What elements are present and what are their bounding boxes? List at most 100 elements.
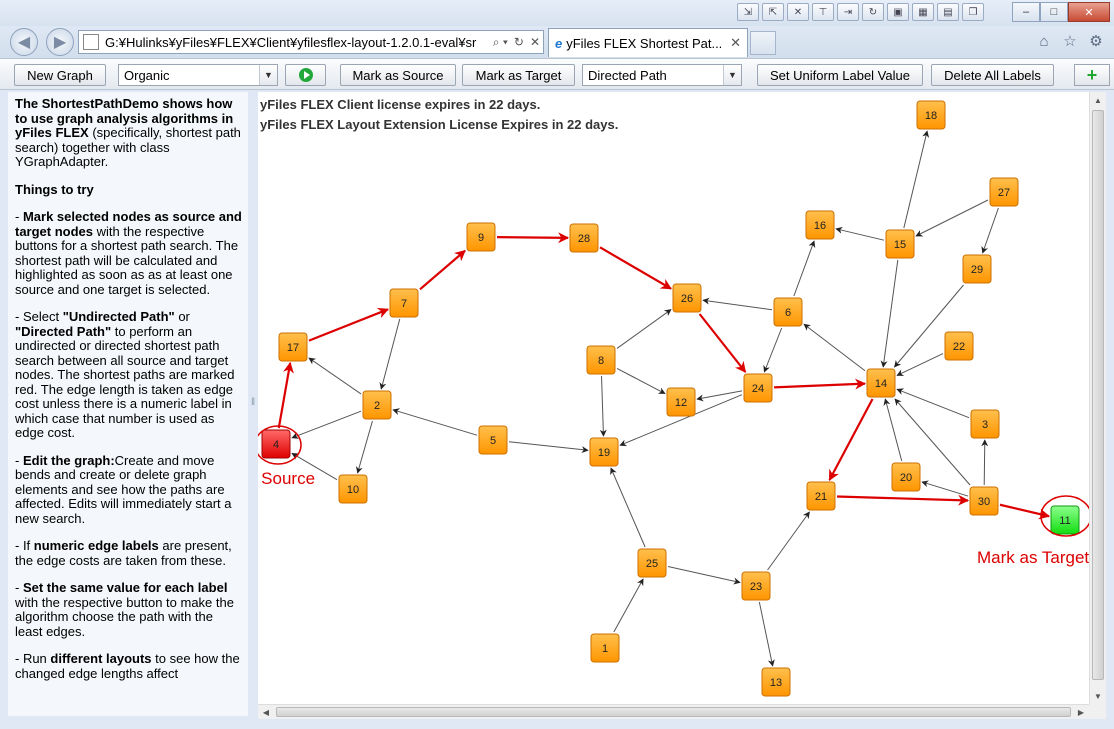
tools-icon[interactable]: ✕ <box>787 3 809 21</box>
panel-splitter[interactable]: ‖ <box>249 92 257 716</box>
graph-edge[interactable] <box>903 130 930 229</box>
window-icon[interactable]: ▣ <box>887 3 909 21</box>
graph-view[interactable]: 1234 567891011121314151617181920212223242… <box>258 92 1089 704</box>
path-edge[interactable] <box>828 398 874 481</box>
graph-node[interactable]: 20 <box>891 462 921 492</box>
graph-edge[interactable] <box>355 420 373 474</box>
graph-node[interactable]: 30 <box>969 486 999 516</box>
graph-node[interactable]: 15 <box>885 229 915 259</box>
layout-select[interactable]: Organic ▼ <box>118 64 278 86</box>
path-edge[interactable] <box>277 361 294 429</box>
graph-node[interactable]: 25 <box>637 548 667 578</box>
graph-node[interactable]: 29 <box>962 254 992 284</box>
graph-node[interactable]: 14 <box>866 368 896 398</box>
address-bar[interactable]: G:¥Hulinks¥yFiles¥FLEX¥Client¥yfilesflex… <box>78 30 544 54</box>
vertical-scrollbar[interactable]: ▲ ▼ <box>1089 92 1106 704</box>
graph-edge[interactable] <box>921 480 969 497</box>
refresh-icon[interactable]: ↻ <box>862 3 884 21</box>
graph-edge[interactable] <box>702 297 773 311</box>
graph-node[interactable]: 10 <box>338 474 368 504</box>
browser-tab[interactable]: e yFiles FLEX Shortest Pat... ✕ <box>548 28 748 57</box>
graph-edge[interactable] <box>880 259 899 368</box>
graph-edge[interactable] <box>767 511 810 571</box>
delete-all-labels-button[interactable]: Delete All Labels <box>931 64 1054 86</box>
graph-edge[interactable] <box>392 408 478 436</box>
graph-edge[interactable] <box>758 601 775 667</box>
settings-icon[interactable]: ⚙ <box>1086 31 1106 51</box>
horizontal-scroll-thumb[interactable] <box>276 707 1071 717</box>
graph-edge[interactable] <box>667 566 741 585</box>
graph-node[interactable]: 6 <box>773 297 803 327</box>
graph-edge[interactable] <box>981 439 989 486</box>
graph-node[interactable]: 2 <box>362 390 392 420</box>
home-icon[interactable]: ⌂ <box>1034 31 1054 51</box>
graph-node[interactable]: 3 <box>970 409 1000 439</box>
graph-node[interactable]: 5 <box>478 425 508 455</box>
path-edge[interactable] <box>308 307 390 342</box>
source-node[interactable]: 4 <box>261 429 291 459</box>
graph-edge[interactable] <box>896 353 944 376</box>
graph-node[interactable]: 1 <box>590 633 620 663</box>
back-icon[interactable]: ◀ <box>10 28 38 56</box>
graph-node[interactable]: 28 <box>569 223 599 253</box>
graph-edge[interactable] <box>379 318 401 390</box>
window2-icon[interactable]: ▤ <box>937 3 959 21</box>
path-edge[interactable] <box>836 494 970 506</box>
forward-icon[interactable]: ⇥ <box>837 3 859 21</box>
graph-node[interactable]: 22 <box>944 331 974 361</box>
vertical-scroll-thumb[interactable] <box>1092 110 1104 680</box>
graph-node[interactable]: 17 <box>278 332 308 362</box>
graph-node[interactable]: 9 <box>466 222 496 252</box>
graph-node[interactable]: 24 <box>743 373 773 403</box>
run-layout-button[interactable] <box>285 64 326 86</box>
new-tab-button[interactable] <box>750 31 776 55</box>
graph-edge[interactable] <box>883 398 903 462</box>
set-uniform-label-button[interactable]: Set Uniform Label Value <box>757 64 923 86</box>
graph-node[interactable]: 26 <box>672 283 702 313</box>
tab-close-icon[interactable]: ✕ <box>730 35 741 51</box>
mark-as-target-button[interactable]: Mark as Target <box>462 64 575 86</box>
scroll-right-icon[interactable]: ▶ <box>1073 705 1089 719</box>
path-type-select[interactable]: Directed Path ▼ <box>582 64 742 86</box>
minimize-icon[interactable]: – <box>1012 2 1040 22</box>
graph-node[interactable]: 16 <box>805 210 835 240</box>
graph-node[interactable]: 13 <box>761 667 791 697</box>
graph-node[interactable]: 21 <box>806 481 836 511</box>
favorites-icon[interactable]: ☆ <box>1060 31 1080 51</box>
path-edge[interactable] <box>698 313 747 373</box>
graph-node[interactable]: 19 <box>589 437 619 467</box>
graph-node[interactable]: 27 <box>989 177 1019 207</box>
graph-edge[interactable] <box>616 367 666 395</box>
graph-edge[interactable] <box>763 327 783 373</box>
mark-as-source-button[interactable]: Mark as Source <box>340 64 456 86</box>
stop-icon[interactable]: ✕ <box>527 35 543 49</box>
graph-node[interactable]: 12 <box>666 387 696 417</box>
graph-edge[interactable] <box>308 357 362 395</box>
graph-node[interactable]: 7 <box>389 288 419 318</box>
graph-edge[interactable] <box>599 375 607 437</box>
graph-node[interactable]: 8 <box>586 345 616 375</box>
filter-icon[interactable]: ⊤ <box>812 3 834 21</box>
path-edge[interactable] <box>599 246 672 290</box>
new-graph-button[interactable]: New Graph <box>14 64 106 86</box>
reload-icon[interactable]: ↻ <box>511 35 527 49</box>
target-node[interactable]: 11 <box>1050 505 1080 535</box>
close-icon[interactable]: ✕ <box>1068 2 1110 22</box>
grid-icon[interactable]: ▦ <box>912 3 934 21</box>
restore-icon[interactable]: ❐ <box>962 3 984 21</box>
maximize-icon[interactable]: □ <box>1040 2 1068 22</box>
scroll-down-icon[interactable]: ▼ <box>1090 688 1106 704</box>
horizontal-scrollbar[interactable]: ◀ ▶ <box>258 704 1089 719</box>
graph-edge[interactable] <box>616 309 672 349</box>
search-icon[interactable]: ⌕ ▾ <box>490 35 511 50</box>
add-button[interactable]: + <box>1074 64 1110 86</box>
pin2-icon[interactable]: ⇱ <box>762 3 784 21</box>
graph-node[interactable]: 23 <box>741 571 771 601</box>
pin-icon[interactable]: ⇲ <box>737 3 759 21</box>
graph-edge[interactable] <box>508 441 589 454</box>
graph-edge[interactable] <box>793 240 816 297</box>
path-edge[interactable] <box>773 378 867 390</box>
path-edge[interactable] <box>419 249 466 291</box>
scroll-left-icon[interactable]: ◀ <box>258 705 274 719</box>
graph-canvas[interactable]: yFiles FLEX Client license expires in 22… <box>258 92 1089 704</box>
